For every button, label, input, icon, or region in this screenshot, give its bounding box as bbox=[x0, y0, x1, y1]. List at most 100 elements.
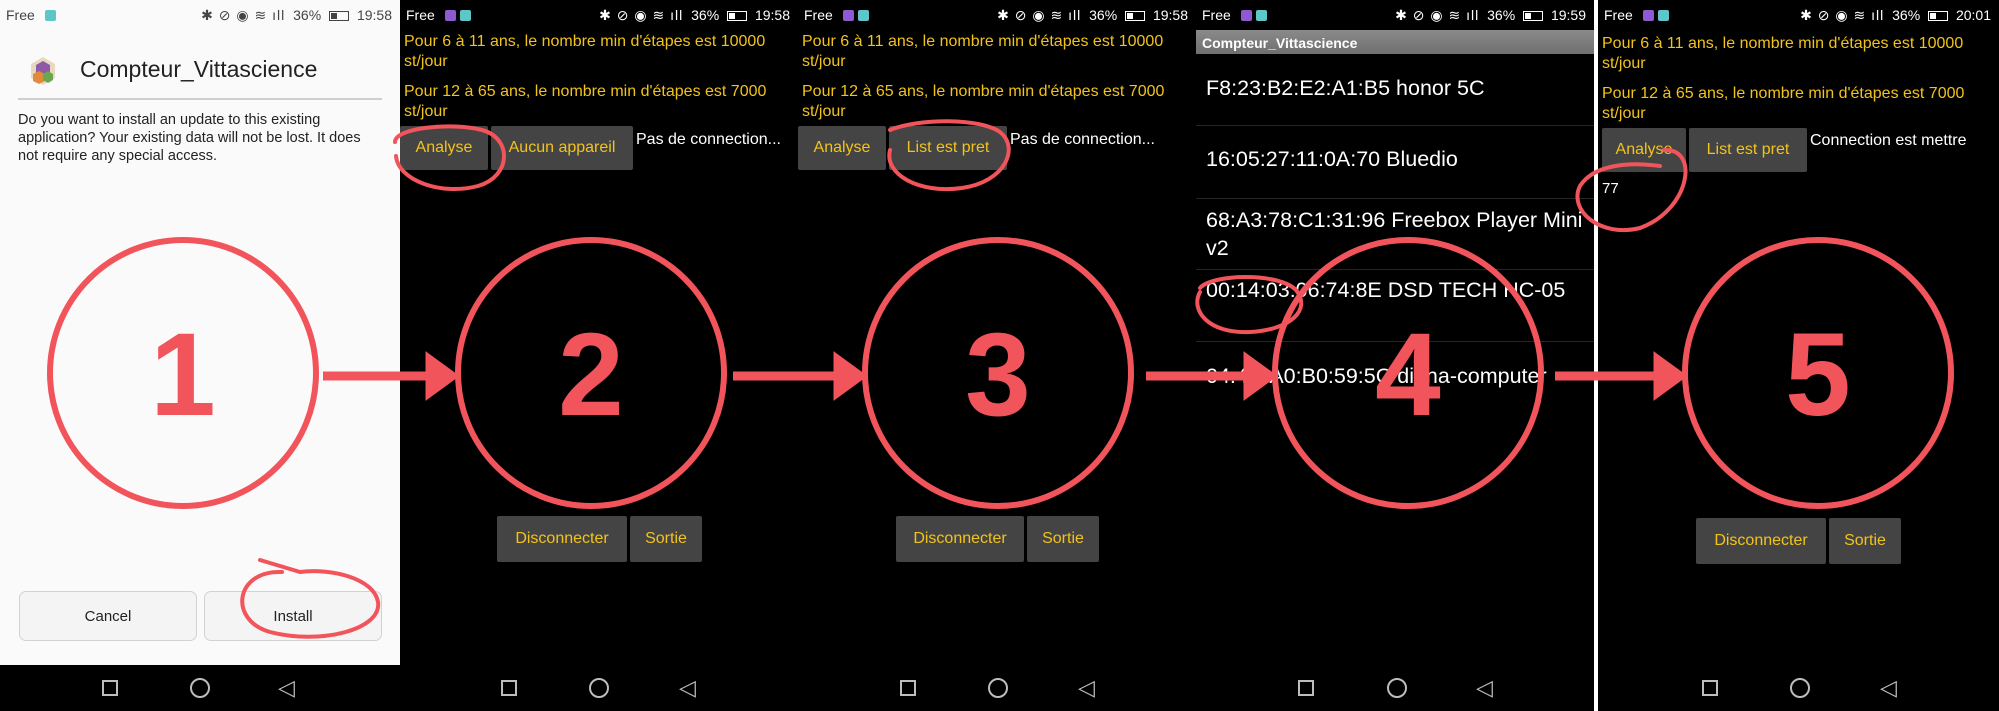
app-notification-icon bbox=[843, 10, 854, 21]
home-icon[interactable] bbox=[589, 678, 609, 698]
back-icon[interactable]: ◁ bbox=[1476, 677, 1493, 699]
disconnect-button[interactable]: Disconnecter bbox=[497, 516, 627, 562]
notification-icon bbox=[460, 10, 471, 21]
app-screen-list-ready: Free ✱ ⊘ ◉ ≋ ıll 36% 19:58 Pour 6 à 11 a… bbox=[798, 0, 1196, 711]
analyse-button[interactable]: Analyse bbox=[400, 126, 488, 170]
clock: 19:58 bbox=[356, 7, 392, 23]
nav-bar: ◁ bbox=[1598, 665, 1999, 711]
notification-icon bbox=[1658, 10, 1669, 21]
install-screen: Free ✱ ⊘ ◉ ≋ ıll 36% 19:58 Compteur_Vitt… bbox=[0, 0, 400, 711]
exit-button[interactable]: Sortie bbox=[630, 516, 702, 562]
cancel-button[interactable]: Cancel bbox=[19, 591, 197, 641]
carrier-label: Free bbox=[804, 7, 833, 23]
app-screen-connected: Free ✱ ⊘ ◉ ≋ ıll 36% 20:01 Pour 6 à 11 a… bbox=[1598, 0, 1999, 711]
battery-percent: 36% bbox=[1487, 7, 1516, 23]
device-list-screen: Free ✱ ⊘ ◉ ≋ ıll 36% 19:59 Compteur_Vitt… bbox=[1196, 0, 1594, 711]
disconnect-button[interactable]: Disconnecter bbox=[1696, 518, 1826, 564]
carrier-label: Free bbox=[1202, 7, 1231, 23]
exit-button[interactable]: Sortie bbox=[1829, 518, 1901, 564]
home-icon[interactable] bbox=[988, 678, 1008, 698]
analyse-button[interactable]: Analyse bbox=[1602, 128, 1686, 172]
device-button[interactable]: List est pret bbox=[889, 126, 1007, 170]
status-right: ✱ ⊘ ◉ ≋ ıll 36% 19:58 bbox=[599, 7, 790, 24]
bluetooth-wifi-signal-icons: ✱ ⊘ ◉ ≋ ıll bbox=[599, 7, 684, 23]
clock: 20:01 bbox=[1955, 7, 1991, 23]
bluetooth-wifi-signal-icons: ✱ ⊘ ◉ ≋ ıll bbox=[997, 7, 1082, 23]
nav-bar: ◁ bbox=[400, 665, 798, 711]
analyse-button[interactable]: Analyse bbox=[798, 126, 886, 170]
battery-icon bbox=[727, 11, 748, 21]
bluetooth-wifi-signal-icons: ✱ ⊘ ◉ ≋ ıll bbox=[1800, 7, 1885, 23]
status-bar: Free ✱ ⊘ ◉ ≋ ıll 36% 19:58 bbox=[0, 0, 400, 30]
device-list-item[interactable]: 00:14:03:06:74:8E DSD TECH HC-05 bbox=[1196, 276, 1594, 342]
back-icon[interactable]: ◁ bbox=[278, 677, 295, 699]
home-icon[interactable] bbox=[190, 678, 210, 698]
battery-icon bbox=[1523, 11, 1544, 21]
nav-bar: ◁ bbox=[1196, 665, 1594, 711]
disconnect-button[interactable]: Disconnecter bbox=[896, 516, 1024, 562]
device-list-item[interactable]: 04:4C:A0:B0:59:5C diana-computer bbox=[1196, 362, 1594, 402]
battery-icon bbox=[1125, 11, 1146, 21]
clock: 19:58 bbox=[754, 7, 790, 23]
device-list-item[interactable]: 16:05:27:11:0A:70 Bluedio bbox=[1196, 145, 1594, 199]
app-title: Compteur_Vittascience bbox=[80, 56, 318, 82]
notification-icon bbox=[1256, 10, 1267, 21]
info-adults: Pour 12 à 65 ans, le nombre min d'étapes… bbox=[404, 83, 767, 120]
back-icon[interactable]: ◁ bbox=[1078, 677, 1095, 699]
action-bar-title: Compteur_Vittascience bbox=[1196, 30, 1594, 54]
clock: 19:59 bbox=[1550, 7, 1586, 23]
battery-percent: 36% bbox=[1892, 7, 1921, 23]
recents-icon[interactable] bbox=[900, 680, 916, 696]
bluetooth-wifi-signal-icons: ✱ ⊘ ◉ ≋ ıll bbox=[201, 7, 286, 23]
back-icon[interactable]: ◁ bbox=[679, 677, 696, 699]
battery-icon bbox=[329, 11, 350, 21]
battery-percent: 36% bbox=[293, 7, 322, 23]
app-icon bbox=[31, 57, 55, 85]
install-button[interactable]: Install bbox=[204, 591, 382, 641]
back-icon[interactable]: ◁ bbox=[1880, 677, 1897, 699]
recents-icon[interactable] bbox=[1298, 680, 1314, 696]
recents-icon[interactable] bbox=[501, 680, 517, 696]
bluetooth-wifi-signal-icons: ✱ ⊘ ◉ ≋ ıll bbox=[1395, 7, 1480, 23]
info-children: Pour 6 à 11 ans, le nombre min d'étapes … bbox=[802, 33, 1164, 70]
carrier-label: Free bbox=[1604, 7, 1633, 23]
status-bar: Free ✱ ⊘ ◉ ≋ ıll 36% 19:58 bbox=[798, 0, 1196, 30]
app-notification-icon bbox=[1241, 10, 1252, 21]
home-icon[interactable] bbox=[1790, 678, 1810, 698]
notification-icon bbox=[858, 10, 869, 21]
status-right: ✱ ⊘ ◉ ≋ ıll 36% 19:58 bbox=[997, 7, 1188, 24]
status-right: ✱ ⊘ ◉ ≋ ıll 36% 19:59 bbox=[1395, 7, 1586, 24]
recents-icon[interactable] bbox=[1702, 680, 1718, 696]
device-list-item[interactable]: F8:23:B2:E2:A1:B5 honor 5C bbox=[1196, 74, 1594, 126]
battery-percent: 36% bbox=[691, 7, 720, 23]
battery-percent: 36% bbox=[1089, 7, 1118, 23]
device-button[interactable]: List est pret bbox=[1689, 128, 1807, 172]
info-children: Pour 6 à 11 ans, le nombre min d'étapes … bbox=[1602, 35, 1964, 72]
status-right: ✱ ⊘ ◉ ≋ ıll 36% 19:58 bbox=[201, 7, 392, 24]
nav-bar: ◁ bbox=[0, 665, 400, 711]
battery-icon bbox=[1928, 11, 1949, 21]
notification-icon bbox=[45, 10, 56, 21]
carrier-label: Free bbox=[406, 7, 435, 23]
recents-icon[interactable] bbox=[102, 680, 118, 696]
install-message: Do you want to install an update to this… bbox=[18, 112, 361, 164]
carrier-label: Free bbox=[6, 7, 35, 23]
app-notification-icon bbox=[1643, 10, 1654, 21]
info-children: Pour 6 à 11 ans, le nombre min d'étapes … bbox=[404, 33, 766, 70]
status-right: ✱ ⊘ ◉ ≋ ıll 36% 20:01 bbox=[1800, 7, 1991, 24]
connection-status: Pas de connection... bbox=[636, 131, 781, 148]
device-list-item[interactable]: 68:A3:78:C1:31:96 Freebox Player Mini v2 bbox=[1196, 206, 1594, 270]
connection-status: Connection est mettre bbox=[1810, 132, 1967, 149]
status-bar: Free ✱ ⊘ ◉ ≋ ıll 36% 20:01 bbox=[1598, 0, 1999, 30]
status-bar: Free ✱ ⊘ ◉ ≋ ıll 36% 19:58 bbox=[400, 0, 798, 30]
step-count: 77 bbox=[1602, 180, 1619, 197]
connection-status: Pas de connection... bbox=[1010, 131, 1155, 148]
title-divider bbox=[18, 98, 382, 100]
nav-bar: ◁ bbox=[798, 665, 1196, 711]
device-button[interactable]: Aucun appareil bbox=[491, 126, 633, 170]
exit-button[interactable]: Sortie bbox=[1027, 516, 1099, 562]
clock: 19:58 bbox=[1152, 7, 1188, 23]
info-adults: Pour 12 à 65 ans, le nombre min d'étapes… bbox=[802, 83, 1165, 120]
home-icon[interactable] bbox=[1387, 678, 1407, 698]
app-screen-no-device: Free ✱ ⊘ ◉ ≋ ıll 36% 19:58 Pour 6 à 11 a… bbox=[400, 0, 798, 711]
